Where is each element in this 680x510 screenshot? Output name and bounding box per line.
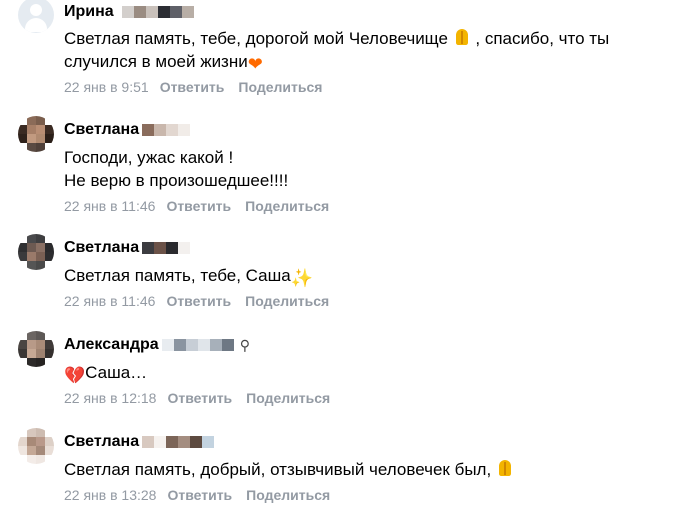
share-button[interactable]: Поделиться (246, 487, 330, 503)
author-name[interactable]: Ирина (64, 3, 114, 21)
share-button[interactable]: Поделиться (245, 293, 329, 309)
comment-text: Светлая память, добрый, отзывчивый челов… (64, 458, 514, 481)
avatar[interactable] (18, 116, 54, 152)
comment-meta: 22 янв в 12:18 Ответить Поделиться (64, 390, 330, 406)
reply-button[interactable]: Ответить (160, 79, 225, 95)
author-name[interactable]: Александра (64, 336, 159, 354)
comment-meta: 22 янв в 11:46 Ответить Поделиться (64, 198, 329, 214)
comment-meta: 22 янв в 9:51 Ответить Поделиться (64, 79, 322, 95)
timestamp[interactable]: 22 янв в 11:46 (64, 293, 155, 309)
sparkles-icon: ✨ (290, 268, 314, 288)
redacted-surname (161, 339, 234, 351)
author-name[interactable]: Светлана (64, 239, 139, 257)
avatar[interactable] (18, 0, 54, 33)
redacted-surname (142, 242, 191, 254)
comment-text: 💔Саша… (64, 363, 148, 385)
pray-icon (496, 460, 514, 478)
user-silhouette-icon (30, 4, 42, 16)
comment-meta: 22 янв в 13:28 Ответить Поделиться (64, 487, 330, 503)
author-name[interactable]: Светлана (64, 433, 139, 451)
comment-text: Господи, ужас какой ! Не верю в произоше… (64, 148, 289, 190)
author-name[interactable]: Светлана (64, 121, 139, 139)
redacted-surname (121, 6, 194, 18)
redacted-surname (142, 436, 215, 448)
avatar[interactable] (18, 331, 54, 367)
timestamp[interactable]: 22 янв в 11:46 (64, 198, 155, 214)
avatar[interactable] (18, 428, 54, 464)
share-button[interactable]: Поделиться (246, 390, 330, 406)
pray-icon (453, 29, 471, 47)
timestamp[interactable]: 22 янв в 12:18 (64, 390, 156, 406)
comment-text: Светлая память, тебе, Саша✨ (64, 266, 314, 288)
reply-button[interactable]: Ответить (167, 487, 232, 503)
comment-meta: 22 янв в 11:46 Ответить Поделиться (64, 293, 329, 309)
reply-button[interactable]: Ответить (166, 198, 231, 214)
reply-button[interactable]: Ответить (167, 390, 232, 406)
share-button[interactable]: Поделиться (245, 198, 329, 214)
orange-heart-icon: ❤ (247, 54, 263, 74)
avatar[interactable] (18, 234, 54, 270)
figure-icon: ⚲ (239, 336, 250, 353)
redacted-surname (142, 124, 191, 136)
comment-text: Светлая память, тебе, дорогой мой Челове… (64, 29, 610, 74)
timestamp[interactable]: 22 янв в 9:51 (64, 79, 149, 95)
timestamp[interactable]: 22 янв в 13:28 (64, 487, 156, 503)
reply-button[interactable]: Ответить (166, 293, 231, 309)
share-button[interactable]: Поделиться (238, 79, 322, 95)
broken-heart-icon: 💔 (64, 366, 86, 385)
